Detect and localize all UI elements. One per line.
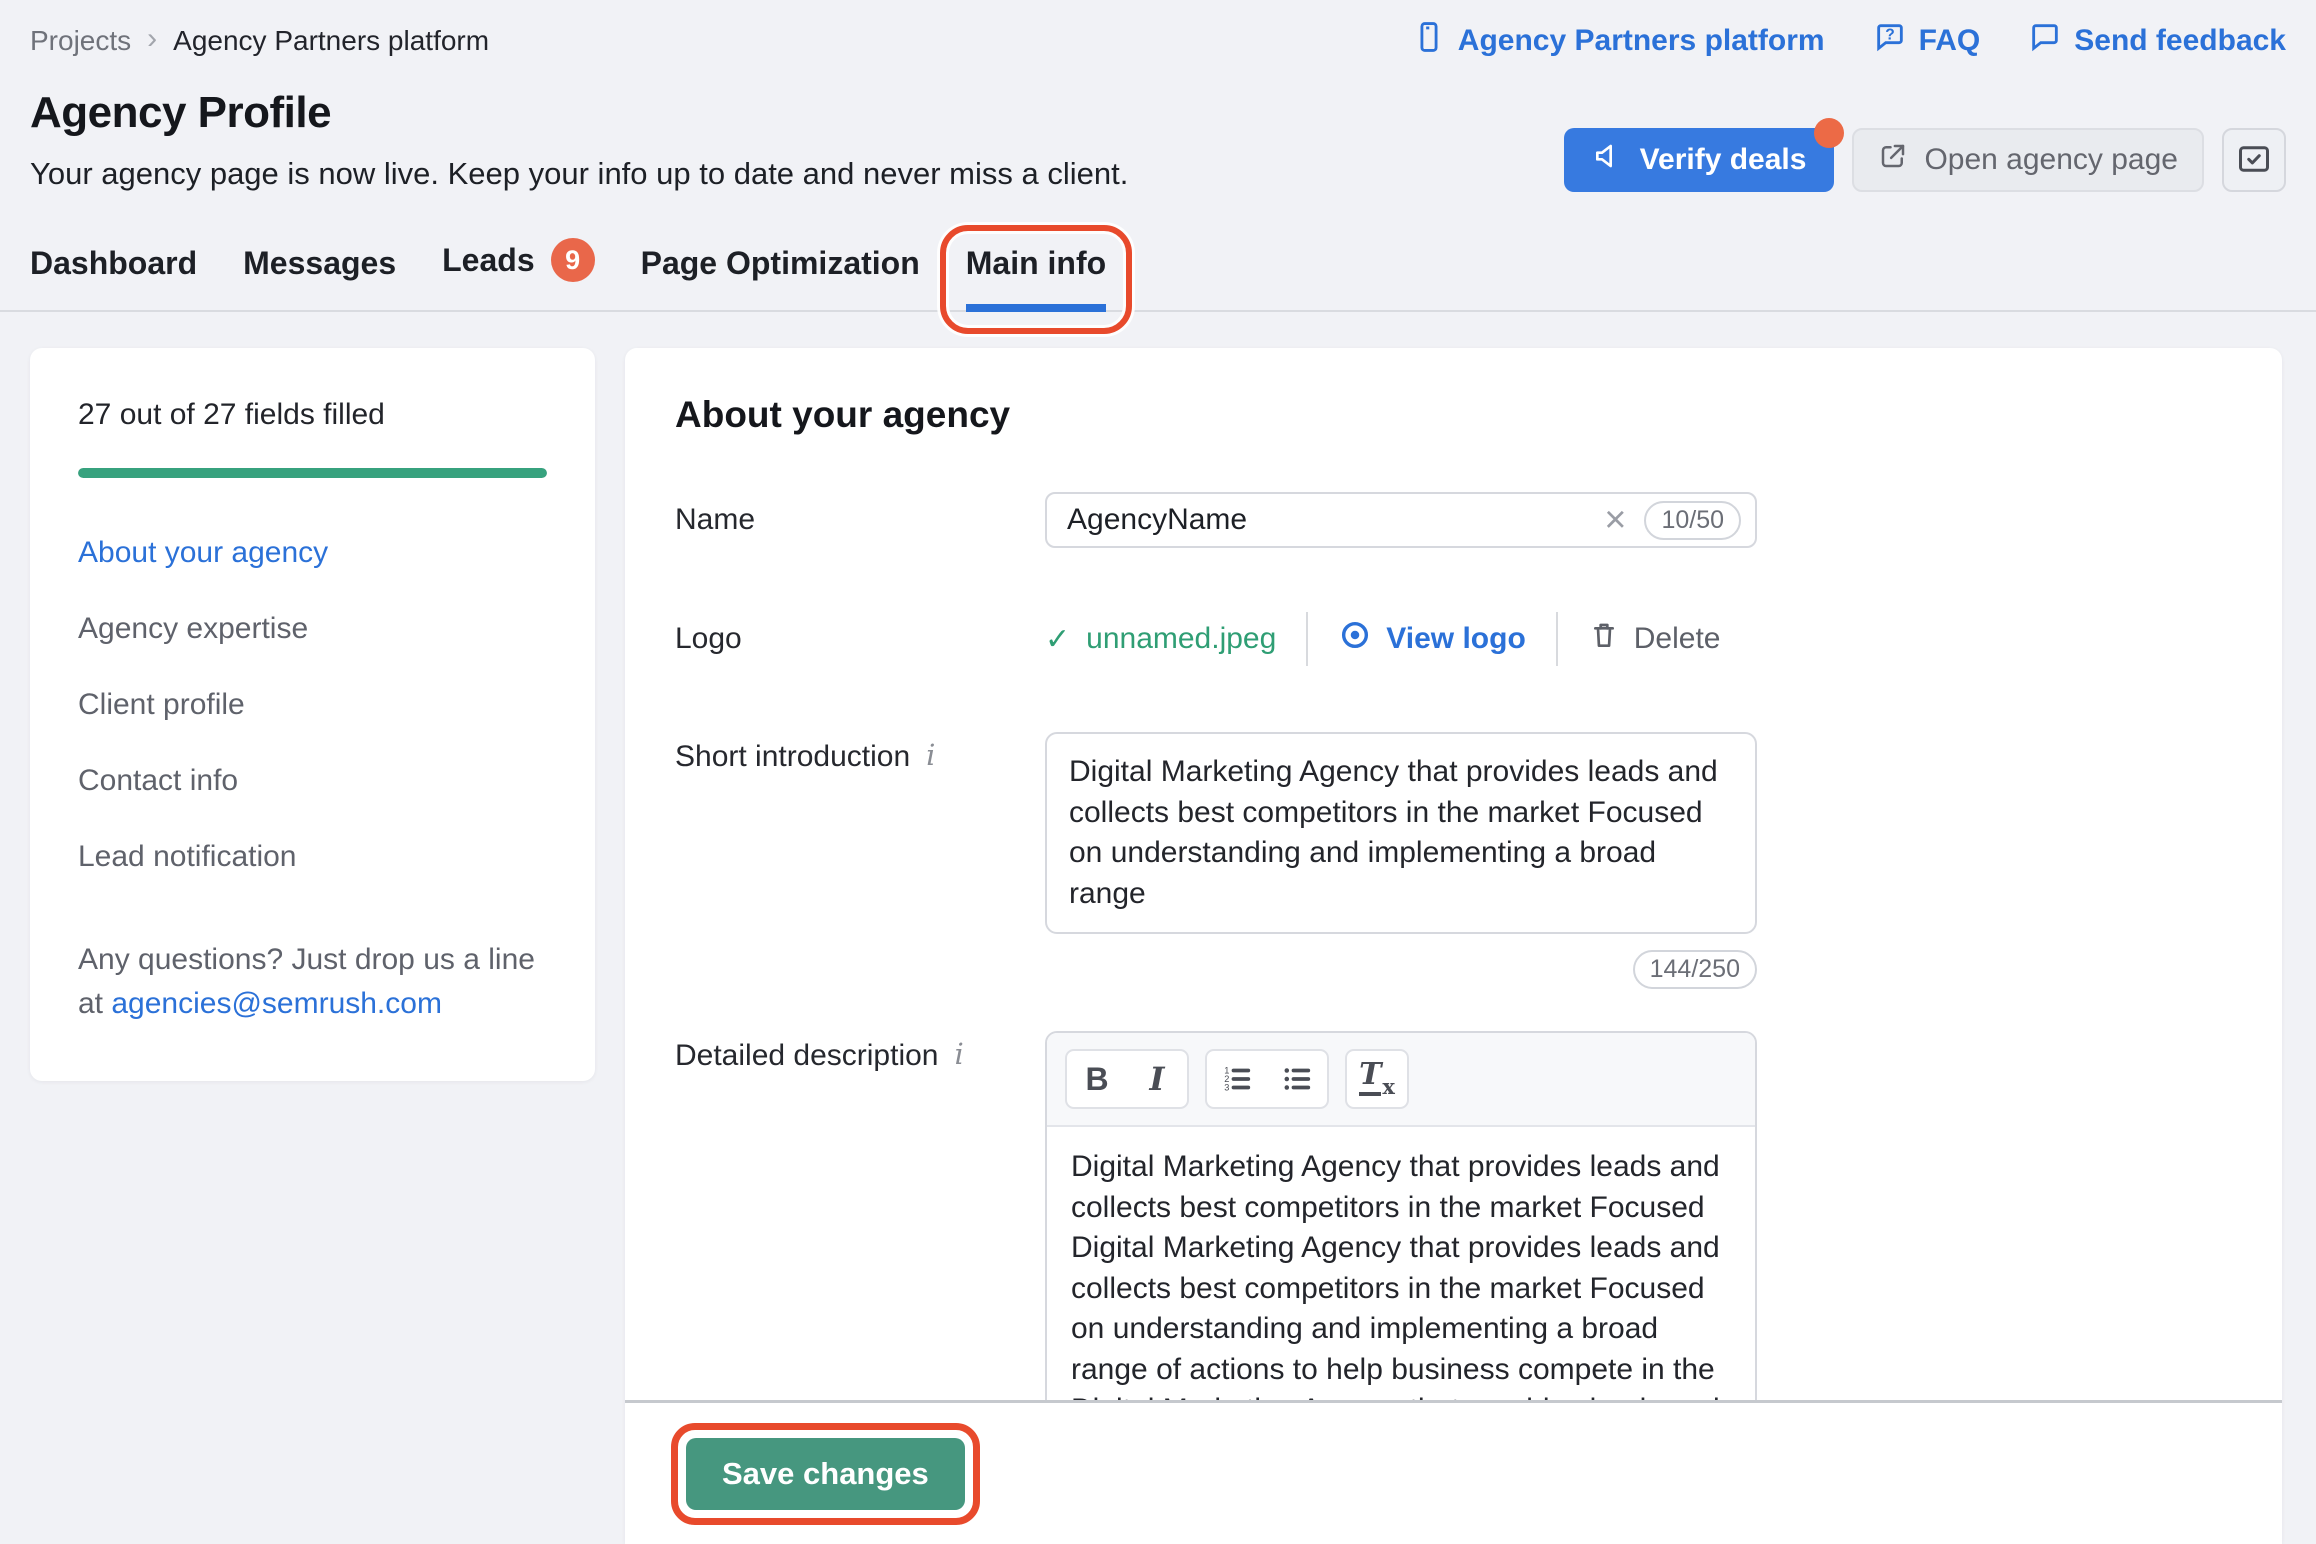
support-email-link[interactable]: agencies@semrush.com [111,987,442,1020]
eye-icon [1338,618,1372,660]
progress-bar [78,468,547,478]
mail-subscription-button[interactable] [2222,128,2286,192]
logo-label: Logo [675,622,742,655]
name-char-counter: 10/50 [1644,500,1741,540]
open-agency-page-button[interactable]: Open agency page [1852,128,2204,192]
sidebar-item-contact-info[interactable]: Contact info [78,764,547,798]
italic-button[interactable]: I [1127,1051,1187,1107]
active-tab-underline [965,304,1107,312]
tab-leads[interactable]: Leads 9 [442,226,595,310]
svg-text:3: 3 [1224,1083,1229,1093]
name-input-wrap: × 10/50 [1045,492,1757,548]
sidebar-item-agency-expertise[interactable]: Agency expertise [78,612,547,646]
external-link-icon [1878,141,1908,179]
fields-filled-text: 27 out of 27 fields filled [78,398,385,431]
envelope-check-icon [2236,141,2272,180]
link-send-feedback[interactable]: Send feedback [2028,20,2286,62]
logo-file: ✓ unnamed.jpeg [1045,622,1276,657]
editor-toolbar: B I 1 2 3 T x [1047,1033,1755,1127]
breadcrumb-current: Agency Partners platform [173,25,490,56]
detailed-description-label: Detailed description [675,1039,939,1072]
progress-bar-fill [78,468,547,478]
bullet-list-button[interactable] [1267,1051,1327,1107]
save-changes-button[interactable]: Save changes [686,1437,965,1510]
tab-page-optimization[interactable]: Page Optimization [641,233,920,310]
svg-text:?: ? [1885,26,1895,43]
faq-bubble-icon: ? [1873,20,1907,62]
tab-bar: Dashboard Messages Leads 9 Page Optimiza… [0,225,2316,334]
section-heading: About your agency [675,394,1011,435]
short-introduction-textarea[interactable]: Digital Marketing Agency that provides l… [1045,732,1757,934]
agency-profile-page: Projects › Agency Partners platform Agen… [0,0,2316,1544]
view-logo-button[interactable]: View logo [1338,618,1526,660]
about-your-agency-card: About your agency Name × 10/50 Logo [625,348,2282,1544]
logo-file-name: unnamed.jpeg [1086,622,1277,655]
verify-deals-button[interactable]: Verify deals [1563,118,1845,192]
name-row: Name × 10/50 [675,492,2226,548]
form-footer: Save changes [625,1400,2282,1544]
trash-icon [1588,619,1620,659]
sidebar-item-lead-notification[interactable]: Lead notification [78,840,547,874]
info-icon[interactable]: i [954,1037,963,1071]
leads-count-badge: 9 [550,238,595,282]
section-nav: About your agency Agency expertise Clien… [78,536,547,874]
clear-name-icon[interactable]: × [1596,501,1644,539]
rich-text-editor: B I 1 2 3 T x Digital Marketing Agency t… [1045,1031,1757,1400]
sidebar-item-about-your-agency[interactable]: About your agency [78,536,547,570]
header-actions: Verify deals Open agency page [1563,118,2286,192]
check-icon: ✓ [1045,622,1071,656]
detailed-description-row: Detailed description i B I 1 2 3 T x Dig… [675,1031,2226,1400]
logo-row: Logo ✓ unnamed.jpeg View logo Delete [675,612,2226,666]
short-introduction-counter: 144/250 [1632,950,1757,989]
page-header: Projects › Agency Partners platform Agen… [0,0,2316,192]
red-annotation-ring-save: Save changes [671,1422,980,1525]
divider [1555,612,1558,666]
name-label: Name [675,503,756,536]
delete-logo-button[interactable]: Delete [1588,619,1720,659]
support-note: Any questions? Just drop us a line at ag… [78,943,535,1020]
name-input[interactable] [1067,503,1597,537]
sidebar-item-client-profile[interactable]: Client profile [78,688,547,722]
link-faq[interactable]: ? FAQ [1873,20,1980,62]
short-introduction-label: Short introduction [675,740,911,773]
tab-main-info[interactable]: Main info [939,225,1133,334]
device-icon [1412,20,1446,62]
notification-dot [1814,118,1845,148]
short-introduction-row: Short introduction i Digital Marketing A… [675,732,2226,989]
breadcrumb: Projects › Agency Partners platform [30,22,490,58]
content-area: 27 out of 27 fields filled About your ag… [0,312,2316,1544]
header-links: Agency Partners platform ? FAQ Send feed… [1412,20,2286,62]
tab-dashboard[interactable]: Dashboard [30,233,197,310]
link-agency-partners-platform[interactable]: Agency Partners platform [1412,20,1825,62]
profile-progress-sidebar: 27 out of 27 fields filled About your ag… [30,348,595,1081]
detailed-description-textarea[interactable]: Digital Marketing Agency that provides l… [1047,1127,1755,1400]
clear-formatting-button[interactable]: T x [1347,1051,1407,1107]
chevron-right-icon: › [147,22,158,55]
feedback-bubble-icon [2028,20,2062,62]
megaphone-icon [1592,140,1624,180]
about-your-agency-form: About your agency Name × 10/50 Logo [625,348,2282,1400]
tab-messages[interactable]: Messages [243,233,396,310]
breadcrumb-projects[interactable]: Projects [30,25,131,57]
info-icon[interactable]: i [926,738,935,772]
divider [1306,612,1309,666]
ordered-list-button[interactable]: 1 2 3 [1207,1051,1267,1107]
bold-button[interactable]: B [1067,1051,1127,1107]
